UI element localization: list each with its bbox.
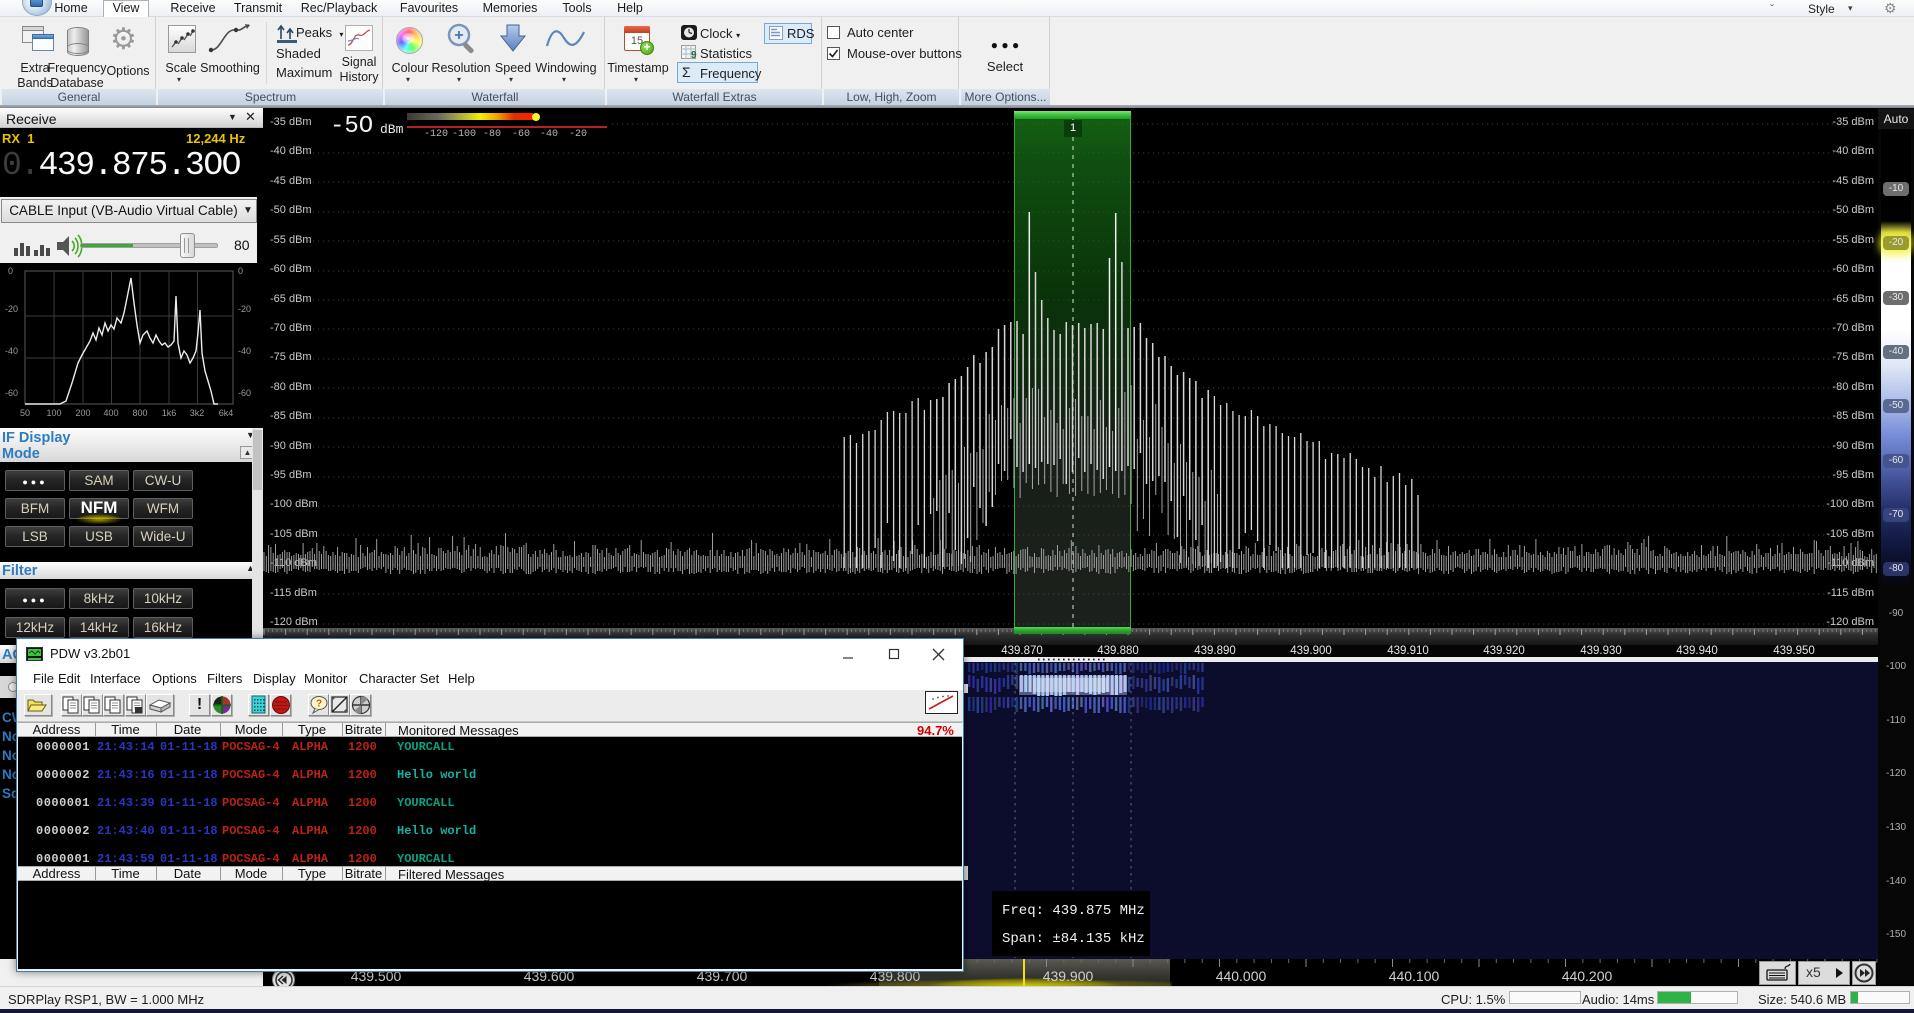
svg-text:?: ? (316, 699, 322, 710)
